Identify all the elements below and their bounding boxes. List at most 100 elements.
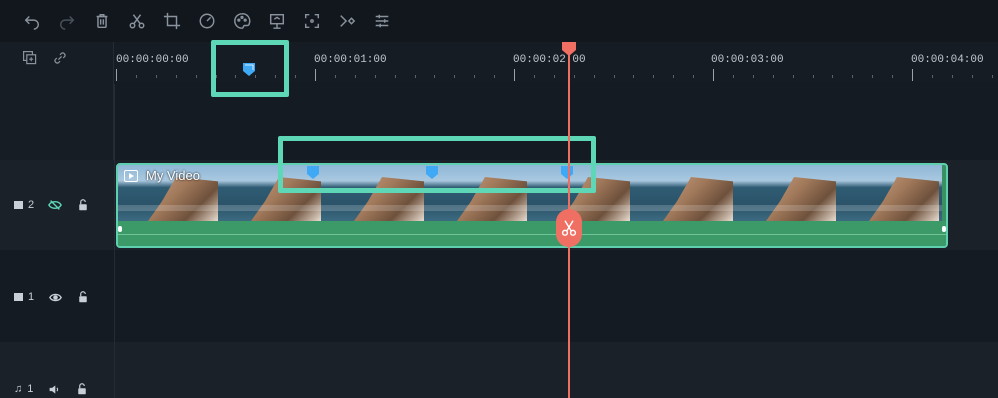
undo-icon xyxy=(24,15,40,30)
ruler-tick xyxy=(593,75,595,78)
ruler-tick xyxy=(315,69,316,81)
play-icon xyxy=(124,169,138,182)
ruler-tick xyxy=(633,75,635,78)
timeline-toolbar xyxy=(0,0,998,42)
ruler-tick xyxy=(772,75,774,78)
ruler-label: 00:00:00:00 xyxy=(116,54,189,66)
ruler-tick xyxy=(931,75,933,78)
clip-waveform-line xyxy=(118,234,946,235)
fit-frame-icon xyxy=(304,13,320,29)
clip-markers-highlight xyxy=(278,136,596,193)
ruler-tick xyxy=(434,75,436,78)
ruler-tick xyxy=(414,75,416,78)
ruler-tick xyxy=(195,75,197,78)
ruler-tick xyxy=(573,75,575,78)
scissors-icon xyxy=(561,220,577,236)
ruler-label: 00:00:01:00 xyxy=(314,54,387,66)
playhead-icon xyxy=(562,42,576,56)
ruler-tick xyxy=(713,69,714,81)
scissors-icon xyxy=(129,14,145,29)
presentation-button[interactable] xyxy=(265,9,289,33)
ruler-tick xyxy=(295,75,297,78)
ruler-tick xyxy=(951,75,953,78)
eye-icon xyxy=(48,293,62,301)
ruler-tick xyxy=(752,75,754,78)
split-at-playhead-button[interactable] xyxy=(556,209,582,247)
ruler-tick xyxy=(693,75,695,78)
playhead-handle[interactable] xyxy=(561,42,577,56)
clip-left-handle[interactable] xyxy=(118,226,122,232)
track-label: 2 xyxy=(14,199,34,211)
eye-button[interactable] xyxy=(48,290,62,304)
ruler-tick xyxy=(732,75,734,78)
ruler-tick xyxy=(514,69,515,81)
crop-icon xyxy=(163,12,181,30)
ruler-tick xyxy=(613,75,615,78)
unlock-icon xyxy=(79,199,87,211)
track-audio-1: ♫ 1 xyxy=(0,342,998,398)
ruler-tick xyxy=(971,75,973,78)
redo-button[interactable] xyxy=(55,9,79,33)
ruler-tick xyxy=(116,69,117,81)
video-track-icon xyxy=(14,293,23,301)
ruler-tick xyxy=(832,75,834,78)
ruler-tick xyxy=(374,75,376,78)
ruler-tick xyxy=(334,75,336,78)
clip-thumbnail xyxy=(736,165,839,221)
ruler-tick xyxy=(991,75,993,78)
ruler-tick xyxy=(175,75,177,78)
ruler-marker-highlight xyxy=(211,40,289,97)
video-track-icon xyxy=(14,201,23,209)
add-track-icon xyxy=(23,51,37,65)
keyframe-icon xyxy=(340,15,356,27)
ruler-tick xyxy=(812,75,814,78)
track-index: 2 xyxy=(28,199,35,211)
ruler-tick xyxy=(673,75,675,78)
ruler-tick xyxy=(653,75,655,78)
speed-icon xyxy=(199,13,215,29)
color-button[interactable] xyxy=(230,9,254,33)
ruler-tick xyxy=(135,75,137,78)
trash-icon xyxy=(96,13,108,29)
lock-button[interactable] xyxy=(75,382,89,396)
adjust-button[interactable] xyxy=(370,9,394,33)
clip-thumbnail xyxy=(633,165,736,221)
crop-button[interactable] xyxy=(160,9,184,33)
track-label: 1 xyxy=(14,291,34,303)
redo-icon xyxy=(59,15,75,30)
add-track-button[interactable] xyxy=(22,50,42,70)
lock-button[interactable] xyxy=(76,198,90,212)
volume-button[interactable] xyxy=(47,382,61,396)
ruler-tick xyxy=(912,69,913,81)
clip-thumbnail xyxy=(839,165,942,221)
color-palette-icon xyxy=(234,13,251,29)
clip-title: My Video xyxy=(146,168,200,183)
ruler-tick xyxy=(852,75,854,78)
ruler-tick xyxy=(892,75,894,78)
unlock-icon xyxy=(79,291,87,303)
presentation-icon xyxy=(269,13,285,29)
delete-button[interactable] xyxy=(90,9,114,33)
speed-button[interactable] xyxy=(195,9,219,33)
clip-right-handle[interactable] xyxy=(942,226,946,232)
ruler-tick xyxy=(872,75,874,78)
undo-button[interactable] xyxy=(20,9,44,33)
eye-off-button[interactable] xyxy=(48,198,63,212)
track-index: 1 xyxy=(27,383,34,395)
ruler-tick xyxy=(553,75,555,78)
split-button[interactable] xyxy=(125,9,149,33)
link-button[interactable] xyxy=(52,50,72,70)
ruler-tick xyxy=(474,75,476,78)
ruler-tick xyxy=(494,75,496,78)
clip-header: My Video xyxy=(124,168,200,183)
link-icon xyxy=(54,52,66,64)
track-index: 1 xyxy=(28,291,35,303)
panel-divider xyxy=(114,84,115,398)
keyframe-button[interactable] xyxy=(335,9,359,33)
ruler-tick xyxy=(533,75,535,78)
ruler-tick xyxy=(792,75,794,78)
track-video-1: 1 xyxy=(0,250,998,342)
ruler-tick xyxy=(454,75,456,78)
fit-frame-button[interactable] xyxy=(300,9,324,33)
lock-button[interactable] xyxy=(76,290,90,304)
